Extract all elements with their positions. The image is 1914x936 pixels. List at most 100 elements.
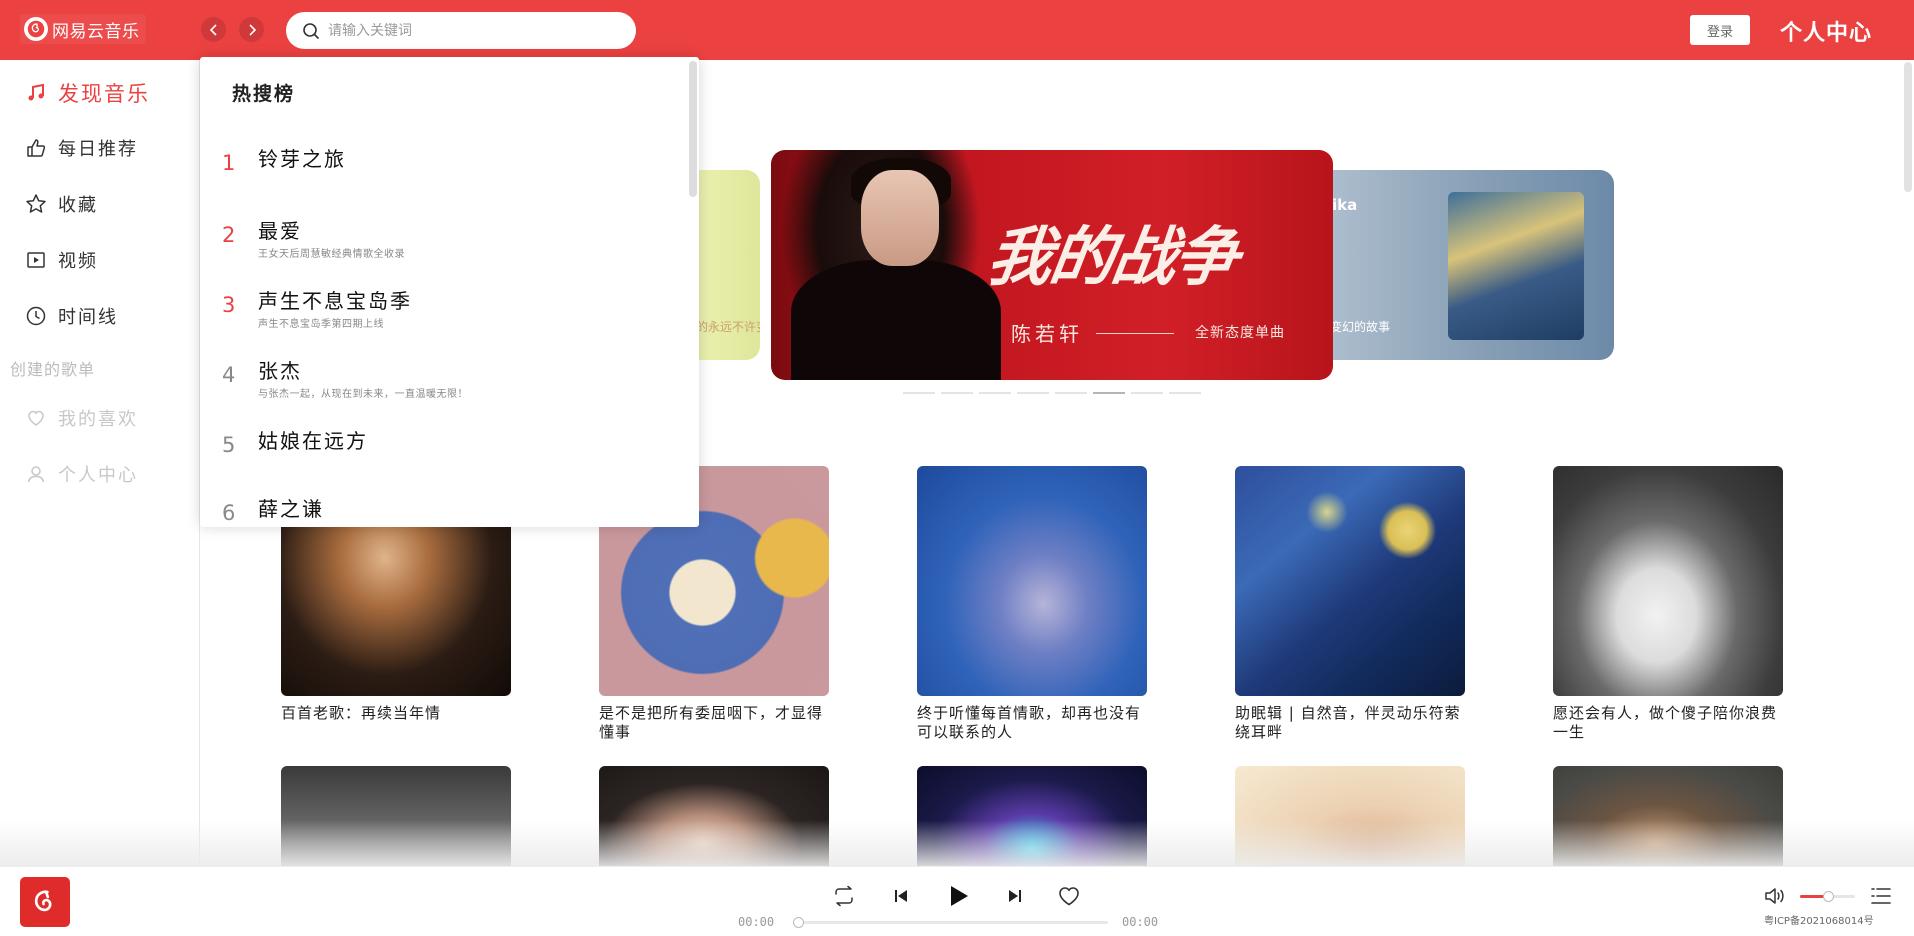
sidebar-item-favorites[interactable]: 收藏 <box>24 191 98 217</box>
sidebar-item-label: 个人中心 <box>58 465 138 486</box>
play-icon <box>951 886 968 906</box>
next-track-button[interactable] <box>1000 881 1030 911</box>
chevron-right-icon <box>248 23 256 36</box>
user-icon <box>24 462 48 486</box>
carousel-dot[interactable] <box>941 392 973 394</box>
total-time: 00:00 <box>1122 915 1159 929</box>
hot-search-name: 最爱 <box>258 219 302 243</box>
video-icon <box>24 248 48 272</box>
playlist-cover <box>1553 466 1783 696</box>
previous-track-button[interactable] <box>886 881 916 911</box>
page-scrollbar[interactable] <box>1904 62 1912 192</box>
carousel-dot[interactable] <box>903 392 935 394</box>
playlist-title: 是不是把所有委屈咽下，才显得懂事 <box>599 704 824 741</box>
banner-artist: 陈若轩 <box>1011 322 1083 346</box>
heart-icon <box>1059 887 1079 906</box>
created-playlists-heading: 创建的歌单 <box>10 360 96 379</box>
app-window: 网易云音乐 登录 个人中心 发现音乐 每日推荐 <box>0 0 1914 936</box>
hot-search-desc: 与张杰一起，从现在到未来，一直温暖无限！ <box>258 389 468 400</box>
now-playing-cover[interactable] <box>20 877 70 927</box>
current-time: 00:00 <box>738 915 775 929</box>
carousel-indicators <box>903 392 1201 394</box>
search-box <box>286 12 636 49</box>
sidebar-item-timeline[interactable]: 时间线 <box>24 303 118 329</box>
skip-next-icon <box>1009 890 1021 902</box>
banner-next[interactable]: ika 变幻的故事 <box>1290 170 1614 360</box>
banner-previous-text: 的永远不许变 <box>696 320 760 334</box>
like-button[interactable] <box>1054 881 1084 911</box>
netease-logo-icon <box>34 890 52 912</box>
hot-search-rank: 3 <box>222 293 236 317</box>
carousel-dot[interactable] <box>1017 392 1049 394</box>
playlist-queue-button[interactable] <box>1866 881 1896 911</box>
volume-button[interactable] <box>1760 881 1790 911</box>
hot-search-rank: 2 <box>222 223 236 247</box>
playlist-cover <box>917 466 1147 696</box>
volume-icon <box>1765 888 1784 904</box>
player-bar: 00:00 00:00 粤ICP备2021068014号 <box>0 866 1914 936</box>
playlist-title: 助眠辑 | 自然音，伴灵动乐符萦绕耳畔 <box>1235 704 1461 741</box>
hot-search-name: 声生不息宝岛季 <box>258 289 412 313</box>
banner-divider <box>1096 333 1174 334</box>
hot-search-rank: 6 <box>222 501 236 525</box>
carousel-dot-active[interactable] <box>1093 392 1125 394</box>
dropdown-scrollbar[interactable] <box>689 61 697 197</box>
hot-search-name: 张杰 <box>258 359 302 383</box>
user-center-link[interactable]: 个人中心 <box>1780 15 1872 47</box>
progress-bar[interactable] <box>793 917 1108 928</box>
carousel-dot[interactable] <box>1131 392 1163 394</box>
chevron-left-icon <box>209 23 217 36</box>
hot-search-desc: 声生不息宝岛季第四期上线 <box>258 319 384 330</box>
playlist-title: 终于听懂每首情歌，却再也没有可以联系的人 <box>917 704 1142 741</box>
playlist-title: 愿还会有人，做个傻子陪你浪费一生 <box>1553 704 1778 741</box>
back-button[interactable] <box>201 17 226 42</box>
banner-current[interactable]: 我的战争 陈若轩 全新态度单曲 <box>771 150 1333 380</box>
hot-search-name: 薛之谦 <box>258 497 324 521</box>
carousel-dot[interactable] <box>979 392 1011 394</box>
volume-slider[interactable] <box>1800 891 1855 902</box>
skip-previous-icon <box>895 890 907 902</box>
sidebar-item-label: 视频 <box>58 251 98 272</box>
search-input[interactable] <box>328 22 618 39</box>
sidebar-item-label: 收藏 <box>58 195 98 216</box>
repeat-icon <box>835 885 853 907</box>
login-button[interactable]: 登录 <box>1690 15 1750 45</box>
play-button[interactable] <box>944 881 974 911</box>
icp-license[interactable]: 粤ICP备2021068014号 <box>1764 912 1874 927</box>
sidebar-item-label: 每日推荐 <box>58 139 138 160</box>
playlist-title: 百首老歌：再续当年情 <box>281 704 442 722</box>
playlist-card[interactable]: 愿还会有人，做个傻子陪你浪费一生 <box>1553 466 1783 742</box>
sidebar: 发现音乐 每日推荐 收藏 视频 时间线 创建的歌单 我的喜欢 个人中心 <box>0 60 200 866</box>
sidebar-item-video[interactable]: 视频 <box>24 247 98 273</box>
app-title: 网易云音乐 <box>52 21 140 42</box>
sidebar-item-label: 时间线 <box>58 307 118 328</box>
sidebar-item-daily[interactable]: 每日推荐 <box>24 135 138 161</box>
loop-button[interactable] <box>829 881 859 911</box>
banner-title: 我的战争 <box>982 220 1242 295</box>
hot-search-title: 热搜榜 <box>232 83 296 105</box>
playlist-card[interactable]: 终于听懂每首情歌，却再也没有可以联系的人 <box>917 466 1147 742</box>
top-header: 网易云音乐 登录 个人中心 <box>0 0 1914 60</box>
sidebar-item-label: 我的喜欢 <box>58 409 138 430</box>
sidebar-item-my-likes[interactable]: 我的喜欢 <box>24 405 138 431</box>
hot-search-rank: 4 <box>222 363 236 387</box>
thumbs-up-icon <box>24 136 48 160</box>
carousel-dot[interactable] <box>1055 392 1087 394</box>
hot-search-rank: 1 <box>222 151 236 175</box>
banner-next-artwork <box>1448 192 1584 340</box>
sidebar-item-personal-center[interactable]: 个人中心 <box>24 461 138 487</box>
carousel-dot[interactable] <box>1169 392 1201 394</box>
hot-search-desc: 王女天后周慧敏经典情歌全收录 <box>258 249 405 260</box>
forward-button[interactable] <box>239 17 264 42</box>
banner-subtitle: 全新态度单曲 <box>1195 325 1285 341</box>
clock-icon <box>24 304 48 328</box>
playlist-card[interactable]: 助眠辑 | 自然音，伴灵动乐符萦绕耳畔 <box>1235 466 1465 742</box>
volume-knob[interactable] <box>1822 891 1834 902</box>
hot-search-dropdown: 热搜榜 1 铃芽之旅 2 最爱 王女天后周慧敏经典情歌全收录 3 声生不息宝岛季… <box>200 57 699 527</box>
banner-next-title: ika <box>1332 196 1358 214</box>
sidebar-item-label: 发现音乐 <box>58 82 150 106</box>
app-logo[interactable]: 网易云音乐 <box>20 14 146 44</box>
sidebar-item-discover-music[interactable]: 发现音乐 <box>24 78 150 108</box>
playlist-cover <box>1235 466 1465 696</box>
progress-knob[interactable] <box>793 917 804 928</box>
